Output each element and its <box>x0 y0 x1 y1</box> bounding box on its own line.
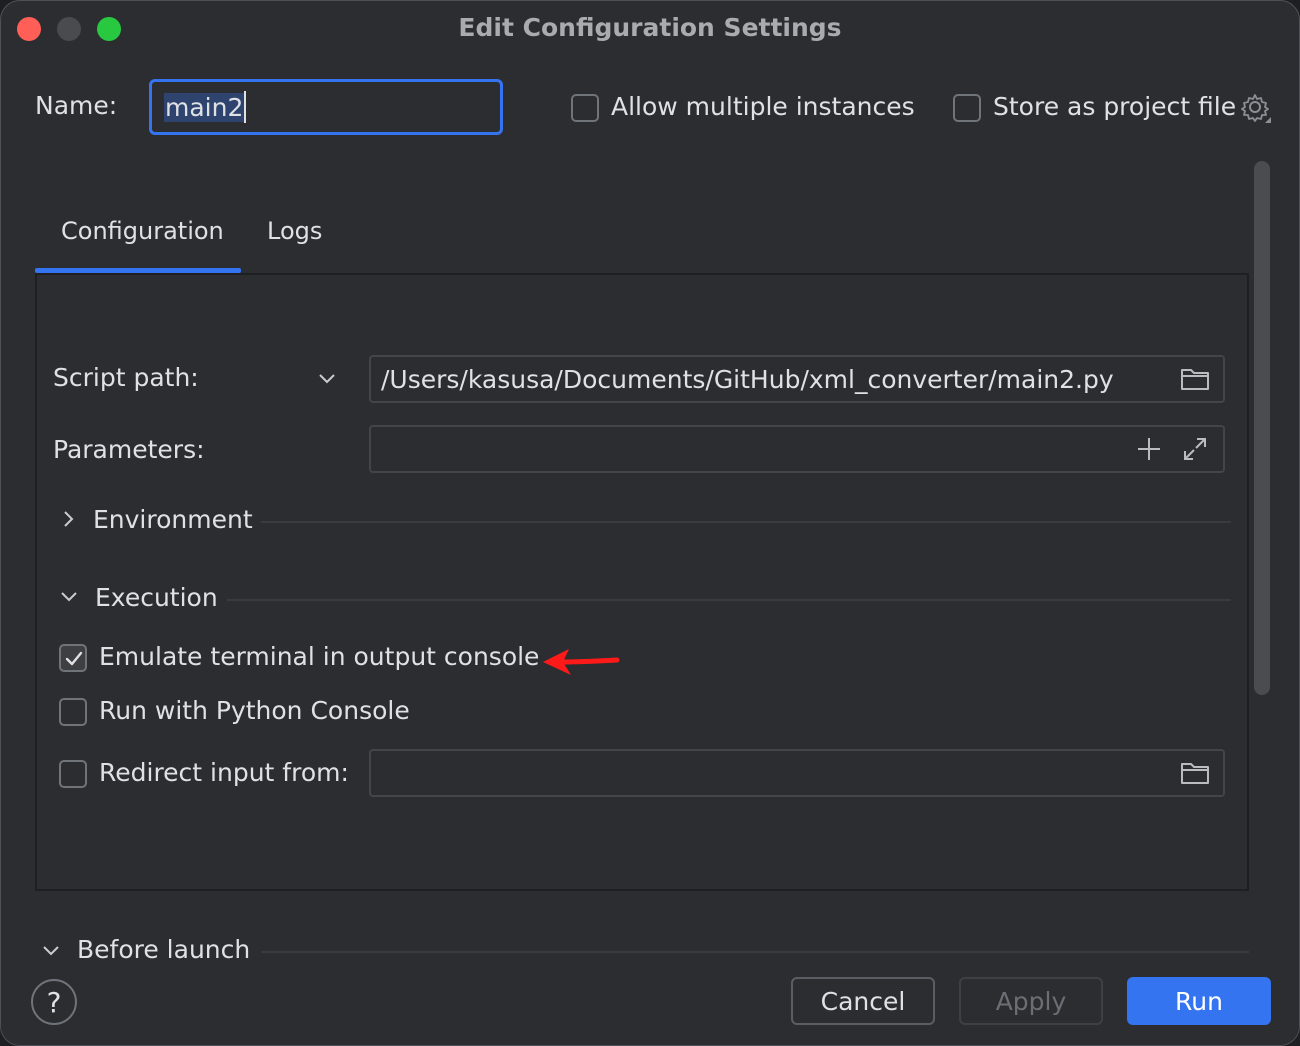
emulate-terminal-label[interactable]: Emulate terminal in output console <box>99 642 539 671</box>
plus-icon[interactable] <box>1135 435 1163 467</box>
script-path-field[interactable]: /Users/kasusa/Documents/GitHub/xml_conve… <box>369 355 1225 403</box>
gear-icon[interactable] <box>1241 93 1273 129</box>
vertical-scrollbar[interactable] <box>1254 161 1270 695</box>
environment-divider <box>261 521 1231 523</box>
text-caret <box>244 91 247 123</box>
execution-divider <box>227 599 1231 601</box>
chevron-down-icon[interactable] <box>57 585 81 613</box>
script-path-label: Script path: <box>53 363 199 392</box>
environment-section-label[interactable]: Environment <box>93 505 253 534</box>
apply-button[interactable]: Apply <box>959 977 1103 1025</box>
folder-icon[interactable] <box>1179 759 1211 791</box>
chevron-right-icon[interactable] <box>57 507 81 535</box>
allow-multiple-instances-checkbox[interactable] <box>571 94 599 122</box>
run-with-python-console-checkbox[interactable] <box>59 698 87 726</box>
script-path-value: /Users/kasusa/Documents/GitHub/xml_conve… <box>381 364 1114 394</box>
chevron-down-icon[interactable] <box>315 367 339 395</box>
title-bar: Edit Configuration Settings <box>1 1 1299 57</box>
tab-logs[interactable]: Logs <box>267 217 322 245</box>
run-button[interactable]: Run <box>1127 977 1271 1025</box>
footer-bar <box>1 963 1299 1045</box>
store-as-project-file-label[interactable]: Store as project file <box>993 92 1236 121</box>
parameters-field[interactable] <box>369 425 1225 473</box>
edit-configuration-dialog: Edit Configuration Settings Name: main2 … <box>0 0 1300 1046</box>
redirect-input-label[interactable]: Redirect input from: <box>99 758 349 787</box>
execution-section-label[interactable]: Execution <box>95 583 218 612</box>
redirect-input-field[interactable] <box>369 749 1225 797</box>
name-input-value: main2 <box>164 92 245 122</box>
checkmark-icon <box>65 651 83 666</box>
name-label: Name: <box>35 91 118 120</box>
emulate-terminal-checkbox[interactable] <box>59 644 87 672</box>
redirect-input-checkbox[interactable] <box>59 760 87 788</box>
tab-configuration[interactable]: Configuration <box>61 217 224 245</box>
annotation-arrow-icon <box>539 645 623 685</box>
folder-icon[interactable] <box>1179 365 1211 397</box>
before-launch-section-label[interactable]: Before launch <box>77 935 250 964</box>
parameters-label: Parameters: <box>53 435 205 464</box>
window-title: Edit Configuration Settings <box>458 13 842 42</box>
store-as-project-file-checkbox[interactable] <box>953 94 981 122</box>
allow-multiple-instances-label[interactable]: Allow multiple instances <box>611 92 915 121</box>
expand-icon[interactable] <box>1181 435 1209 467</box>
run-with-python-console-label[interactable]: Run with Python Console <box>99 696 410 725</box>
name-input[interactable]: main2 <box>149 79 503 135</box>
help-button[interactable]: ? <box>31 979 77 1025</box>
cancel-button[interactable]: Cancel <box>791 977 935 1025</box>
before-launch-divider <box>261 951 1249 953</box>
